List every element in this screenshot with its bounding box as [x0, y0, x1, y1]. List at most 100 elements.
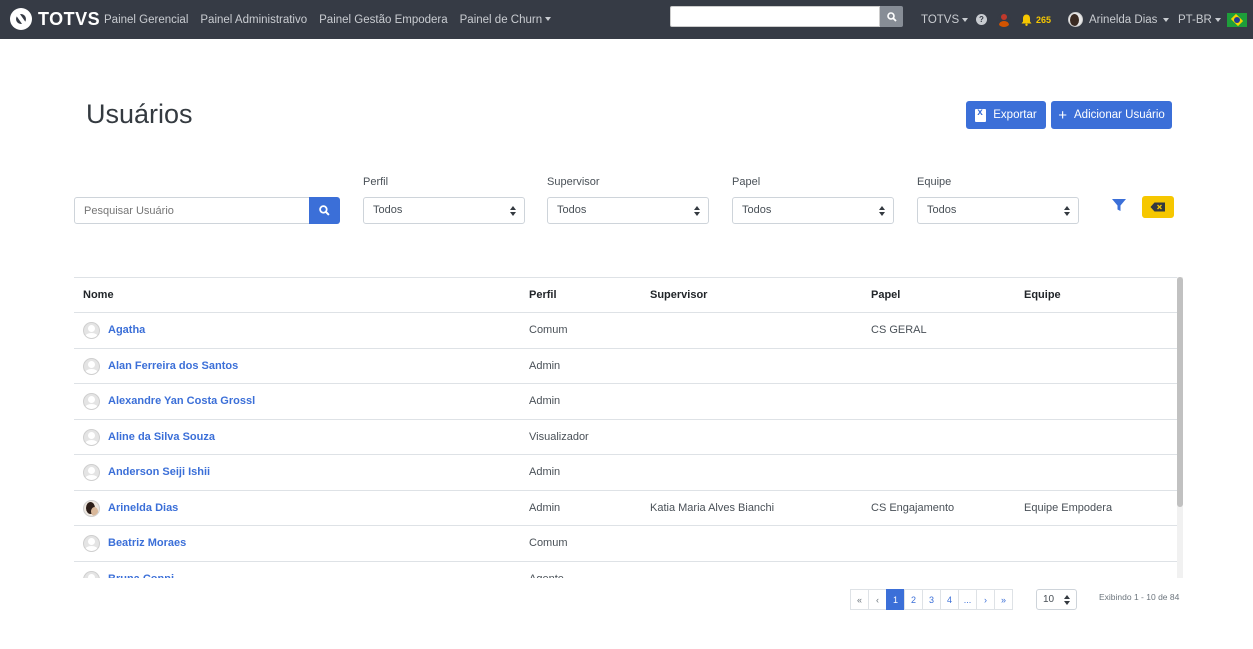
- add-user-button-label: Adicionar Usuário: [1074, 109, 1165, 121]
- user-avatar-icon: [83, 464, 100, 481]
- table-row[interactable]: Alexandre Yan Costa Grossl Admin: [74, 384, 1177, 420]
- export-button-label: Exportar: [993, 109, 1037, 121]
- pagination-ellipsis[interactable]: ...: [958, 589, 977, 610]
- brazil-flag-icon: [1227, 12, 1247, 27]
- user-name-link[interactable]: Alexandre Yan Costa Grossl: [108, 395, 255, 407]
- table-row[interactable]: Bruna Conni Agente: [74, 562, 1177, 579]
- user-perfil-cell: Admin: [529, 359, 561, 372]
- perfil-filter-value: Todos: [373, 204, 403, 216]
- user-perfil-cell: Admin: [529, 501, 561, 514]
- clear-filters-button[interactable]: [1142, 196, 1174, 218]
- export-button[interactable]: Exportar: [966, 101, 1046, 129]
- user-avatar-icon: [83, 499, 100, 517]
- navbar-search-button[interactable]: [880, 6, 903, 27]
- column-header-equipe[interactable]: Equipe: [1024, 289, 1061, 301]
- language-label: PT-BR: [1178, 13, 1212, 26]
- pagination-page-4[interactable]: 4: [940, 589, 959, 610]
- user-name-link[interactable]: Beatriz Moraes: [108, 537, 186, 549]
- table-row[interactable]: Alan Ferreira dos Santos Admin: [74, 349, 1177, 384]
- pagination-first[interactable]: «: [850, 589, 869, 610]
- user-avatar-icon: [83, 322, 100, 339]
- users-table: Nome Perfil Supervisor Papel Equipe Agat…: [74, 277, 1183, 578]
- column-header-perfil[interactable]: Perfil: [529, 289, 557, 301]
- page-size-select[interactable]: 10: [1036, 589, 1077, 610]
- select-arrows-icon: [1064, 206, 1070, 216]
- nav-link-painel-gerencial[interactable]: Painel Gerencial: [104, 14, 188, 26]
- table-row[interactable]: Agatha Comum CS GERAL: [74, 313, 1177, 349]
- agent-avatar[interactable]: [997, 0, 1011, 39]
- pagination: « ‹ 1 2 3 4 ... › »: [850, 589, 1013, 610]
- nav-link-painel-administrativo[interactable]: Painel Administrativo: [200, 14, 307, 26]
- notifications-count: 265: [1036, 14, 1052, 25]
- select-arrows-icon: [510, 206, 516, 216]
- user-avatar-icon: [83, 393, 100, 410]
- notifications-button[interactable]: 265: [1021, 0, 1051, 39]
- user-name-link[interactable]: Arinelda Dias: [108, 502, 178, 514]
- top-navbar: TOTVS Painel Gerencial Painel Administra…: [0, 0, 1253, 39]
- column-header-papel[interactable]: Papel: [871, 289, 900, 301]
- table-row[interactable]: Aline da Silva Souza Visualizador: [74, 420, 1177, 455]
- user-search-input[interactable]: [75, 198, 309, 223]
- pagination-page-3[interactable]: 3: [922, 589, 941, 610]
- navbar-search-input[interactable]: [670, 6, 880, 27]
- chevron-down-icon: [1214, 17, 1221, 22]
- user-name-link[interactable]: Bruna Conni: [108, 573, 174, 579]
- excel-file-icon: [975, 107, 987, 122]
- pagination-prev[interactable]: ‹: [868, 589, 887, 610]
- papel-filter-label: Papel: [732, 176, 761, 188]
- user-search-button[interactable]: [309, 197, 340, 224]
- user-papel-cell: CS Engajamento: [871, 501, 955, 514]
- nav-link-painel-gestao-empodera[interactable]: Painel Gestão Empodera: [319, 14, 448, 26]
- equipe-filter-select[interactable]: Todos: [917, 197, 1079, 224]
- nav-link-painel-de-churn-label: Painel de Churn: [459, 13, 543, 26]
- user-name: Arinelda Dias: [1089, 13, 1158, 26]
- user-search-field: [74, 197, 310, 224]
- user-perfil-cell: Comum: [529, 537, 568, 549]
- bell-icon: [1021, 14, 1032, 26]
- pagination-page-1[interactable]: 1: [886, 589, 905, 610]
- pagination-last[interactable]: »: [994, 589, 1013, 610]
- user-perfil-cell: Admin: [529, 395, 561, 407]
- user-name-link[interactable]: Anderson Seiji Ishii: [108, 466, 210, 478]
- supervisor-filter-select[interactable]: Todos: [547, 197, 709, 224]
- backspace-icon: [1150, 202, 1165, 212]
- user-name-link[interactable]: Agatha: [108, 324, 145, 336]
- nav-link-painel-de-churn[interactable]: Painel de Churn: [459, 13, 552, 26]
- table-scrollbar-thumb[interactable]: [1177, 277, 1183, 507]
- user-name-link[interactable]: Alan Ferreira dos Santos: [108, 360, 238, 372]
- user-perfil-cell: Admin: [529, 466, 561, 478]
- brand[interactable]: TOTVS: [10, 8, 100, 30]
- user-name-link[interactable]: Aline da Silva Souza: [108, 431, 215, 443]
- column-header-supervisor[interactable]: Supervisor: [650, 289, 707, 301]
- language-flag[interactable]: [1227, 0, 1247, 39]
- page-size-value: 10: [1043, 594, 1055, 605]
- select-arrows-icon: [694, 206, 700, 216]
- table-row[interactable]: Beatriz Moraes Comum: [74, 526, 1177, 562]
- company-menu[interactable]: TOTVS: [921, 0, 969, 39]
- search-icon: [886, 11, 897, 22]
- pagination-next[interactable]: ›: [976, 589, 995, 610]
- table-row[interactable]: Arinelda Dias Admin Katia Maria Alves Bian…: [74, 491, 1177, 526]
- showing-count: Exibindo 1 - 10 de 84: [1099, 592, 1180, 602]
- user-papel-cell: CS GERAL: [871, 324, 927, 336]
- plus-icon: +: [1058, 106, 1067, 124]
- select-arrows-icon: [1064, 595, 1070, 605]
- chevron-down-icon: [545, 17, 552, 22]
- perfil-filter-select[interactable]: Todos: [363, 197, 525, 224]
- pagination-page-2[interactable]: 2: [904, 589, 923, 610]
- add-user-button[interactable]: + Adicionar Usuário: [1051, 101, 1172, 129]
- user-avatar: [1068, 12, 1083, 27]
- apply-filter-button[interactable]: [1110, 197, 1128, 213]
- papel-filter-value: Todos: [742, 204, 772, 216]
- user-supervisor-cell: Katia Maria Alves Bianchi: [650, 501, 775, 514]
- column-header-nome[interactable]: Nome: [83, 289, 114, 301]
- language-menu[interactable]: PT-BR: [1178, 0, 1221, 39]
- papel-filter-select[interactable]: Todos: [732, 197, 894, 224]
- user-equipe-cell: Equipe Empodera: [1024, 501, 1113, 514]
- help-button[interactable]: ?: [976, 0, 987, 39]
- totvs-logo-icon: [10, 8, 32, 30]
- select-arrows-icon: [879, 206, 885, 216]
- table-row[interactable]: Anderson Seiji Ishii Admin: [74, 455, 1177, 491]
- user-menu[interactable]: Arinelda Dias: [1068, 0, 1170, 39]
- chevron-down-icon: [1163, 17, 1170, 22]
